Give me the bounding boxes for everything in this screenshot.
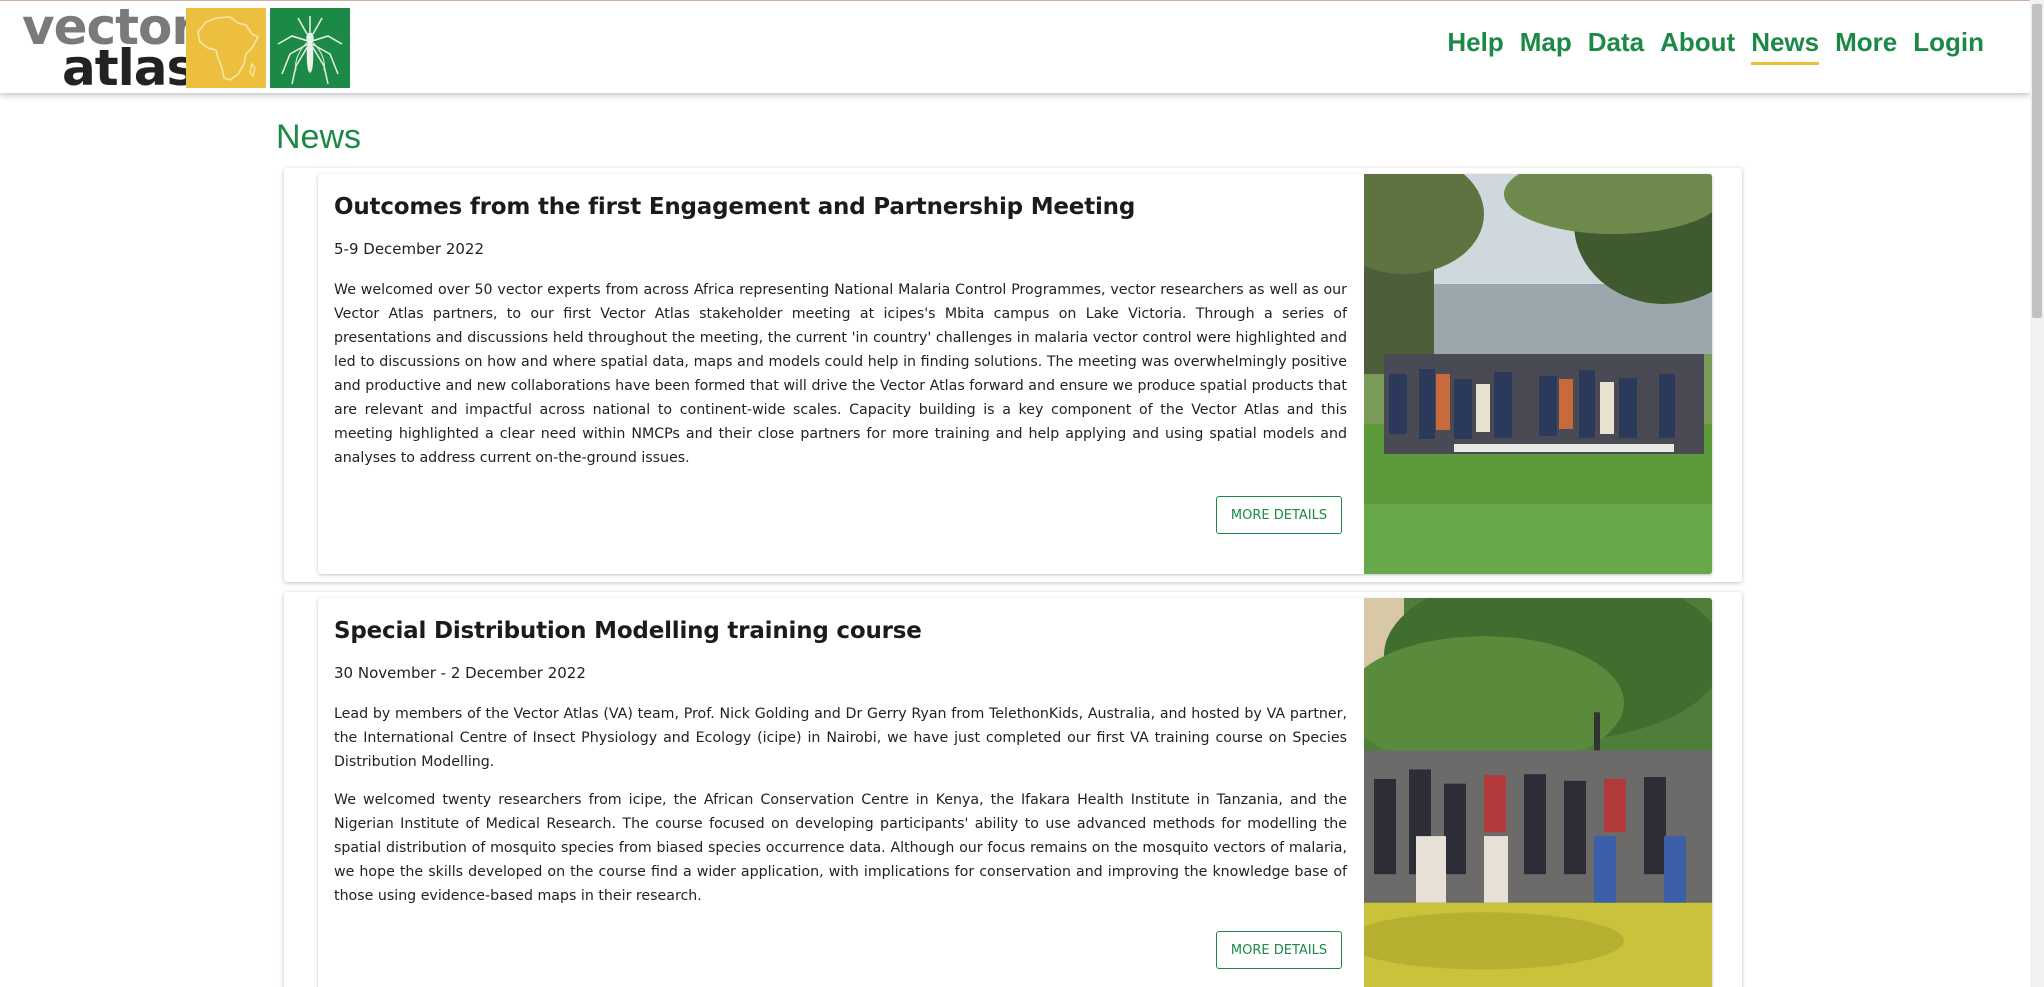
scrollbar-thumb[interactable]	[2032, 4, 2042, 318]
page: vector atlas Help Map Data About News Mo…	[0, 0, 2044, 987]
news-card-body: Special Distribution Modelling training …	[334, 598, 1347, 908]
site-header: vector atlas Help Map Data About News Mo…	[0, 0, 2030, 97]
nav-news[interactable]: News	[1751, 27, 1820, 65]
logo-wordmark: vector atlas	[20, 0, 196, 97]
news-card-outer: Special Distribution Modelling training …	[284, 592, 1742, 987]
news-date: 5-9 December 2022	[334, 240, 484, 258]
mosquito-icon	[270, 8, 350, 88]
africa-map-icon	[186, 8, 266, 88]
nav-help[interactable]: Help	[1447, 27, 1503, 65]
more-details-button[interactable]: MORE DETAILS	[1216, 496, 1342, 534]
more-details-button[interactable]: MORE DETAILS	[1216, 931, 1342, 969]
news-paragraph: Lead by members of the Vector Atlas (VA)…	[334, 706, 1347, 770]
nav-login[interactable]: Login	[1913, 27, 1984, 65]
main-nav: Help Map Data About News More Login	[1431, 27, 1984, 65]
nav-about[interactable]: About	[1660, 27, 1735, 65]
news-date: 30 November - 2 December 2022	[334, 664, 586, 682]
news-title[interactable]: Outcomes from the first Engagement and P…	[334, 194, 1347, 220]
news-paragraph: We welcomed twenty researchers from icip…	[334, 792, 1347, 904]
page-scrollbar[interactable]	[2030, 0, 2044, 987]
news-photo	[1364, 174, 1712, 574]
news-card-outer: Outcomes from the first Engagement and P…	[284, 168, 1742, 582]
logo-word-atlas: atlas	[62, 39, 196, 97]
news-title[interactable]: Special Distribution Modelling training …	[334, 618, 1347, 644]
news-card: Special Distribution Modelling training …	[318, 598, 1712, 987]
nav-data[interactable]: Data	[1588, 27, 1644, 65]
news-card-body: Outcomes from the first Engagement and P…	[334, 174, 1347, 470]
nav-more[interactable]: More	[1835, 27, 1897, 65]
page-title: News	[276, 118, 362, 156]
news-photo	[1364, 598, 1712, 987]
nav-map[interactable]: Map	[1520, 27, 1572, 65]
news-paragraph: We welcomed over 50 vector experts from …	[334, 282, 1347, 466]
news-card: Outcomes from the first Engagement and P…	[318, 174, 1712, 574]
